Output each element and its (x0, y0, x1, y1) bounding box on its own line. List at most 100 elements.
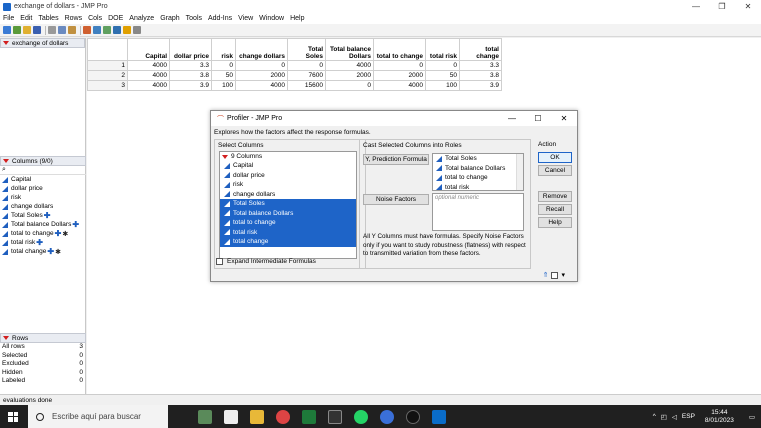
dialog-minimize-button[interactable]: — (499, 111, 525, 126)
formula-plus-icon[interactable]: ✚ (44, 212, 51, 220)
table-cell[interactable]: 3.9 (459, 80, 502, 91)
checkbox-box[interactable] (216, 258, 223, 265)
weather-icon[interactable] (198, 409, 212, 424)
table-cell[interactable]: 0 (287, 60, 326, 71)
roles-scrollbar[interactable] (516, 154, 523, 190)
column-list-item[interactable]: total risk ✚ (0, 238, 86, 247)
rows-panel-header[interactable]: Rows (0, 333, 86, 343)
tray-clock[interactable]: 15:44 8/01/2023 (705, 409, 734, 425)
y-roles-list[interactable]: Total Soles Total balance Dollars total to… (432, 153, 524, 191)
column-list-item[interactable]: Capital (0, 175, 86, 184)
menu-item-window[interactable]: Window (259, 15, 284, 22)
column-list-item[interactable]: risk (0, 193, 86, 202)
table-cell[interactable]: 0 (235, 60, 288, 71)
table-row[interactable]: 1 4000 3.3 0 0 0 4000 0 0 3.3 (87, 60, 502, 71)
new-table-icon[interactable] (3, 26, 11, 34)
table-cell[interactable]: 2000 (325, 70, 374, 81)
table-cell[interactable]: 0 (211, 60, 236, 71)
column-list-item[interactable]: dollar price (0, 184, 86, 193)
graph-builder-icon[interactable] (123, 26, 131, 34)
chevron-down-icon[interactable]: ▾ (561, 271, 565, 279)
table-cell[interactable]: 2000 (235, 70, 288, 81)
column-search-input[interactable]: ⌕ (0, 166, 86, 175)
menu-item-rows[interactable]: Rows (65, 15, 83, 22)
red-triangle-menu-icon[interactable] (222, 154, 228, 159)
dialog-column-item[interactable]: total risk (220, 227, 356, 237)
column-list-item[interactable]: total to change ✚ ✱ (0, 229, 86, 238)
table-cell[interactable]: 3.9 (169, 80, 212, 91)
jmp-taskbar-icon[interactable] (380, 409, 394, 424)
table-cell[interactable]: 3.3 (459, 60, 502, 71)
calculator-icon[interactable] (328, 409, 342, 424)
menu-item-file[interactable]: File (3, 15, 14, 22)
formula-plus-icon[interactable]: ✚ (55, 230, 62, 238)
column-list-item[interactable]: Total balance Dollars ✚ (0, 220, 86, 229)
journal-icon[interactable] (93, 26, 101, 34)
table-cell[interactable]: 7600 (287, 70, 326, 81)
dialog-column-item[interactable]: risk (220, 180, 356, 190)
whatsapp-icon[interactable] (354, 409, 368, 424)
obs-icon[interactable] (406, 409, 420, 424)
select-columns-list[interactable]: 9 Columns Capital dollar price risk change … (219, 151, 357, 259)
formula-plus-icon[interactable]: ✚ (47, 248, 54, 256)
table-cell[interactable]: 4000 (127, 70, 170, 81)
fit-model-icon[interactable] (113, 26, 121, 34)
column-list-item[interactable]: total change ✚ ✱ (0, 247, 86, 256)
table-cell[interactable]: 50 (425, 70, 460, 81)
table-cell[interactable]: 50 (211, 70, 236, 81)
table-cell[interactable]: 3.3 (169, 60, 212, 71)
table-cell[interactable]: 0 (425, 60, 460, 71)
notifications-icon[interactable]: ▭ (749, 413, 755, 421)
table-cell[interactable]: 15600 (287, 80, 326, 91)
chrome-icon[interactable] (276, 409, 290, 424)
column-header[interactable]: change dollars (235, 38, 288, 61)
expand-intermediate-checkbox[interactable]: Expand Intermediate Formulas (216, 258, 316, 265)
paste-icon[interactable] (68, 26, 76, 34)
select-tool-icon[interactable] (133, 26, 141, 34)
red-triangle-menu-icon[interactable] (3, 336, 9, 340)
dialog-column-item[interactable]: Total balance Dollars (220, 208, 356, 218)
column-header[interactable]: Capital (127, 38, 170, 61)
y-prediction-formula-button[interactable]: Y, Prediction Formula (363, 154, 429, 165)
table-cell[interactable]: 4000 (325, 60, 374, 71)
data-table-icon[interactable] (83, 26, 91, 34)
column-list-item[interactable]: change dollars (0, 202, 86, 211)
cancel-button[interactable]: Cancel (538, 165, 572, 176)
y-role-item[interactable]: total risk (433, 183, 523, 193)
table-cell[interactable]: 4000 (235, 80, 288, 91)
row-number[interactable]: 2 (87, 70, 128, 81)
excel-icon[interactable] (302, 409, 316, 424)
windows-start-icon[interactable] (8, 411, 18, 422)
square-icon[interactable] (551, 271, 559, 279)
task-view-icon[interactable] (224, 409, 238, 424)
y-role-item[interactable]: Total balance Dollars (433, 164, 523, 174)
tray-language[interactable]: ESP (682, 413, 695, 420)
columns-count-header[interactable]: 9 Columns (220, 152, 356, 161)
column-header[interactable]: Total balance Dollars (325, 38, 374, 61)
table-cell[interactable]: 3.8 (169, 70, 212, 81)
maximize-button[interactable]: ❐ (709, 0, 735, 13)
table-cell[interactable]: 4000 (127, 80, 170, 91)
save-icon[interactable] (33, 26, 41, 34)
dialog-column-item[interactable]: total change (220, 237, 356, 247)
table-cell[interactable]: 100 (211, 80, 236, 91)
table-cell[interactable]: 2000 (373, 70, 426, 81)
column-header[interactable]: total to change (373, 38, 426, 61)
column-header[interactable]: risk (211, 38, 236, 61)
table-cell[interactable]: 0 (373, 60, 426, 71)
menu-item-tables[interactable]: Tables (38, 15, 58, 22)
table-cell[interactable]: 0 (325, 80, 374, 91)
minimize-button[interactable]: — (683, 0, 709, 13)
dialog-column-item[interactable]: Capital (220, 161, 356, 171)
chevron-up-icon[interactable]: ^ (653, 413, 656, 420)
noise-factors-button[interactable]: Noise Factors (363, 194, 429, 205)
new-script-icon[interactable] (13, 26, 21, 34)
remove-button[interactable]: Remove (538, 191, 572, 202)
table-cell[interactable]: 4000 (373, 80, 426, 91)
network-icon[interactable]: ◰ (661, 413, 667, 421)
menu-item-doe[interactable]: DOE (108, 15, 123, 22)
formula-plus-icon[interactable]: ✚ (36, 239, 43, 247)
ok-button[interactable]: OK (538, 152, 572, 163)
y-role-item[interactable]: total to change (433, 173, 523, 183)
dialog-column-item[interactable]: change dollars (220, 190, 356, 200)
